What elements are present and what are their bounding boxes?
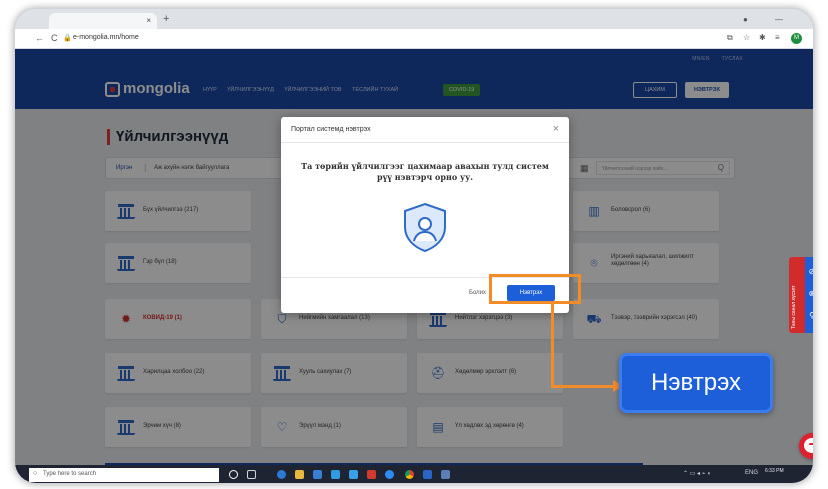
windows-taskbar: Type here to search ⌃ ▭ ◂ ⌁ ◖ ENG 6:33 P… bbox=[15, 465, 813, 483]
address-bar: ← C 🔒 e-mongolia.mn/home ⧉ ☆ ✱ ≡ M bbox=[15, 29, 813, 49]
modal-header: Портал системд нэвтрэх × bbox=[281, 117, 569, 143]
edge-icon[interactable] bbox=[277, 470, 286, 479]
language-indicator[interactable]: ENG bbox=[745, 470, 758, 476]
tab-close-icon[interactable]: × bbox=[146, 16, 151, 25]
file-explorer-icon[interactable] bbox=[295, 470, 304, 479]
browser-tab[interactable]: × bbox=[49, 13, 157, 29]
reload-icon[interactable]: C bbox=[51, 33, 58, 43]
extension-icon[interactable]: ⧉ bbox=[727, 33, 733, 43]
pdf-reader-icon[interactable] bbox=[367, 470, 376, 479]
lock-icon: 🔒 bbox=[63, 35, 72, 42]
user-shield-icon bbox=[404, 202, 446, 253]
location-pin-icon[interactable]: ⚲ bbox=[807, 311, 813, 321]
profile-avatar[interactable]: M bbox=[791, 33, 802, 44]
callout-line bbox=[551, 304, 554, 388]
minimize-icon[interactable]: — bbox=[775, 15, 783, 24]
reading-list-icon[interactable]: ≡ bbox=[775, 33, 780, 42]
highlight-box bbox=[489, 274, 581, 304]
taskbar-search-input[interactable]: Type here to search bbox=[29, 468, 219, 482]
modal-title: Портал системд нэвтрэх bbox=[291, 126, 371, 133]
settings-icon[interactable]: ⊗ bbox=[807, 289, 813, 299]
enlarged-login-button: Нэвтрэх bbox=[619, 353, 773, 413]
messenger-icon bbox=[804, 438, 813, 453]
screenshot-stage: × + ● — ← C 🔒 e-mongolia.mn/home ⧉ ☆ ✱ ≡… bbox=[0, 0, 828, 489]
app-icon[interactable] bbox=[385, 470, 394, 479]
browser-window: × + ● — ← C 🔒 e-mongolia.mn/home ⧉ ☆ ✱ ≡… bbox=[14, 8, 814, 484]
feedback-tab[interactable]: Таны санал хүсэлт bbox=[789, 257, 805, 333]
account-icon[interactable]: ● bbox=[743, 15, 748, 24]
cortana-icon[interactable] bbox=[229, 470, 238, 479]
back-icon[interactable]: ← bbox=[35, 33, 44, 43]
check-circle-icon[interactable]: ⊘ bbox=[807, 267, 813, 277]
close-icon[interactable]: × bbox=[553, 123, 559, 135]
app-icon[interactable] bbox=[441, 470, 450, 479]
callout-line bbox=[551, 385, 615, 388]
word-icon[interactable] bbox=[423, 470, 432, 479]
side-toolbar: ⊘ ⊗ ⚲ bbox=[805, 257, 813, 333]
tray-icons[interactable]: ⌃ ▭ ◂ ⌁ ◖ bbox=[683, 470, 711, 477]
chrome-icon[interactable] bbox=[405, 470, 414, 479]
taskbar-clock[interactable]: 6:33 PM bbox=[765, 468, 784, 475]
task-view-icon[interactable] bbox=[247, 470, 256, 479]
cancel-button[interactable]: Болих bbox=[469, 290, 486, 296]
url-field[interactable]: e-mongolia.mn/home bbox=[73, 34, 139, 41]
puzzle-icon[interactable]: ✱ bbox=[759, 33, 766, 42]
bookmark-star-icon[interactable]: ☆ bbox=[743, 33, 750, 42]
store-icon[interactable] bbox=[313, 470, 322, 479]
mail-icon[interactable] bbox=[331, 470, 340, 479]
feedback-label: Таны санал хүсэлт bbox=[791, 285, 797, 329]
new-tab-button[interactable]: + bbox=[163, 13, 169, 25]
browser-tabbar: × + ● — bbox=[15, 9, 813, 29]
modal-message: Та төрийн үйлчилгээг цахимаар авахын тул… bbox=[301, 161, 549, 182]
telegram-icon[interactable] bbox=[349, 470, 358, 479]
